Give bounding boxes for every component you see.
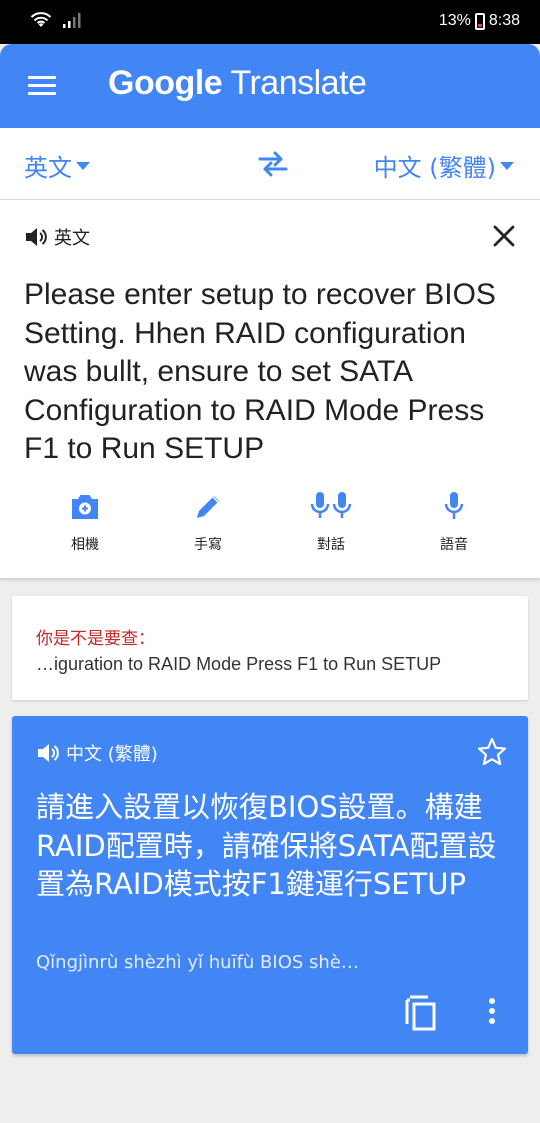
- translation-result-card: 中文 (繁體) 請進入設置以恢復BIOS設置。構建RAID配置時，請確保將SAT…: [12, 716, 528, 1054]
- clock: 8:38: [488, 12, 520, 29]
- app-title-translate: Translate: [230, 64, 367, 102]
- chevron-down-icon: [76, 161, 90, 170]
- conversation-mic-icon: [310, 492, 352, 518]
- did-you-mean-card[interactable]: 你是不是要查： …iguration to RAID Mode Press F1…: [12, 596, 528, 700]
- result-language-label: 中文 (繁體): [66, 744, 158, 765]
- status-bar: 13% 8:38: [0, 0, 540, 44]
- conversation-label: 對話: [317, 537, 345, 553]
- did-you-mean-heading: 你是不是要查：: [36, 629, 155, 649]
- translated-text[interactable]: 請進入設置以恢復BIOS設置。構建RAID配置時，請確保將SATA配置設置為RA…: [36, 788, 516, 904]
- result-language-row[interactable]: 中文 (繁體): [36, 740, 158, 766]
- input-language-label: 英文: [54, 228, 90, 249]
- camera-button[interactable]: 相機: [40, 490, 130, 554]
- target-language-selector[interactable]: 中文 (繁體): [374, 148, 514, 183]
- camera-icon: [72, 495, 98, 519]
- mic-icon: [444, 492, 464, 519]
- voice-label: 語音: [440, 537, 468, 553]
- romanization-text: Qǐngjìnrù shèzhì yǐ huīfù BIOS shè…: [36, 952, 359, 973]
- did-you-mean-text[interactable]: …iguration to RAID Mode Press F1 to Run …: [36, 654, 441, 675]
- app-title: Google Translate: [108, 64, 367, 103]
- input-tools: 相機 手寫 對話 語音: [0, 490, 540, 570]
- app-title-google: Google: [108, 64, 223, 102]
- speaker-icon[interactable]: [24, 226, 48, 248]
- status-icons-right: 13% 8:38: [439, 12, 520, 30]
- voice-button[interactable]: 語音: [409, 490, 499, 554]
- conversation-button[interactable]: 對話: [286, 490, 376, 554]
- chevron-down-icon: [500, 161, 514, 170]
- more-options-icon[interactable]: [486, 998, 498, 1028]
- input-language-row[interactable]: 英文: [24, 224, 90, 250]
- source-language-selector[interactable]: 英文: [24, 148, 90, 183]
- app-bar: Google Translate: [0, 44, 540, 128]
- speaker-icon[interactable]: [36, 742, 60, 764]
- source-text[interactable]: Please enter setup to recover BIOS Setti…: [24, 276, 524, 469]
- source-language-label: 英文: [24, 154, 72, 182]
- star-icon[interactable]: [476, 736, 508, 768]
- target-language-label: 中文 (繁體): [373, 154, 496, 182]
- copy-icon[interactable]: [404, 994, 438, 1032]
- swap-languages-icon[interactable]: [257, 150, 289, 178]
- battery-icon: [474, 12, 485, 30]
- camera-label: 相機: [71, 537, 99, 553]
- signal-icon: [63, 13, 81, 28]
- handwriting-button[interactable]: 手寫: [163, 490, 253, 554]
- status-icons-left: [30, 11, 82, 29]
- close-icon[interactable]: [492, 224, 516, 248]
- battery-percent: 13%: [438, 12, 471, 29]
- pen-icon: [197, 496, 219, 518]
- wifi-icon: [30, 12, 52, 27]
- language-bar: 英文 中文 (繁體): [0, 128, 540, 200]
- handwriting-label: 手寫: [194, 537, 222, 553]
- menu-icon[interactable]: [28, 76, 56, 96]
- input-card: 英文 Please enter setup to recover BIOS Se…: [0, 200, 540, 578]
